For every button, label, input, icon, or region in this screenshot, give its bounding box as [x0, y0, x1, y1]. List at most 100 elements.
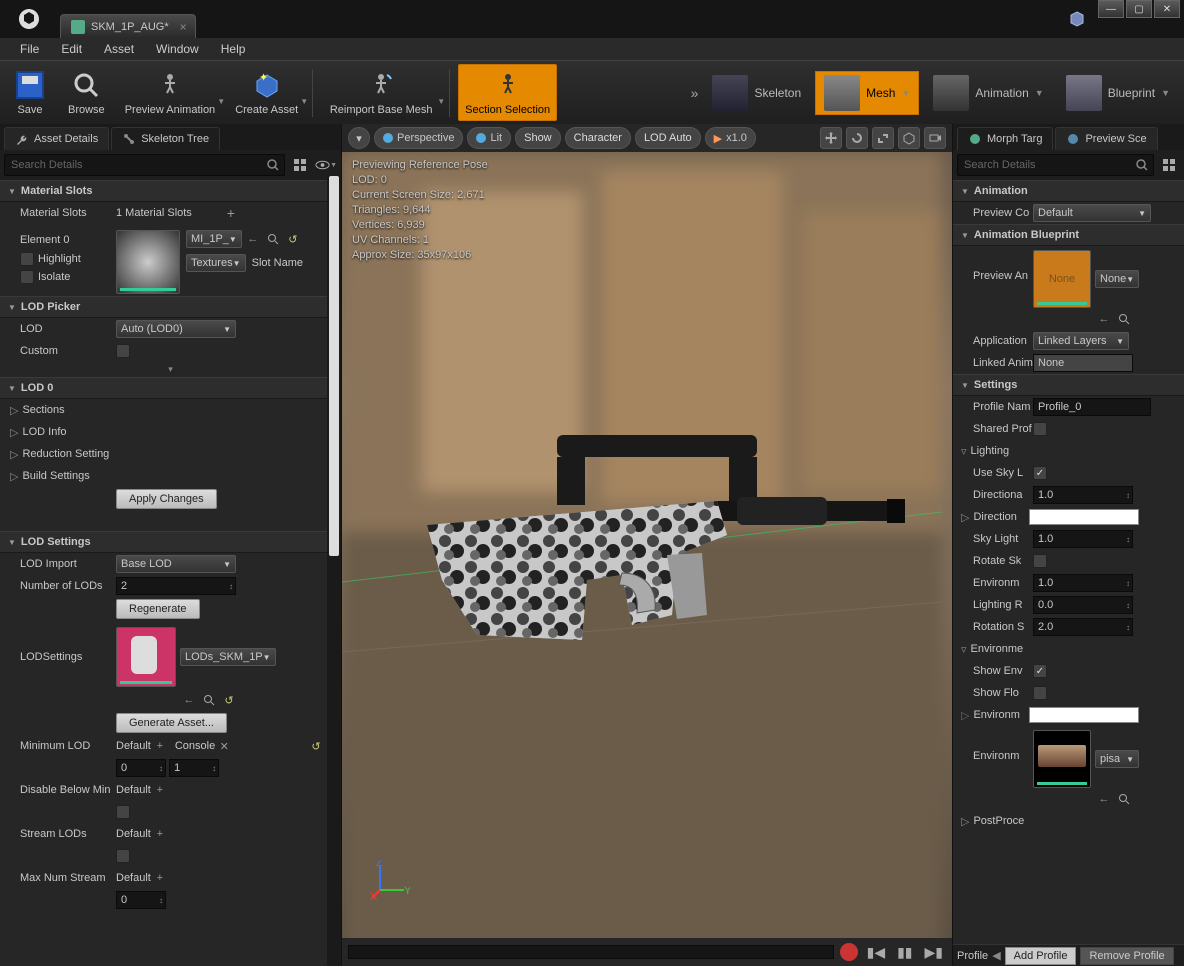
cube-tool-icon[interactable]	[898, 127, 920, 149]
find-icon[interactable]	[1115, 310, 1133, 328]
application-select[interactable]: Linked Layers▼	[1033, 332, 1129, 350]
rotate-checkbox[interactable]	[1033, 554, 1047, 568]
speed-button[interactable]: ▶x1.0	[705, 127, 756, 149]
lod-select[interactable]: Auto (LOD0)▼	[116, 320, 236, 338]
eye-icon[interactable]: ▼	[315, 154, 337, 176]
isolate-checkbox[interactable]	[20, 270, 34, 284]
expand-envcolor[interactable]: ▷Environm	[953, 704, 1184, 726]
env-input[interactable]: 1.0↕	[1033, 574, 1133, 592]
browse-button[interactable]: Browse	[62, 65, 111, 120]
material-select[interactable]: MI_1P_▼	[186, 230, 242, 248]
animbp-select[interactable]: None▼	[1095, 270, 1139, 288]
search-input[interactable]: Search Details	[957, 154, 1154, 176]
close-icon[interactable]: ×	[180, 20, 187, 34]
lodsettings-select[interactable]: LODs_SKM_1P▼	[180, 648, 276, 666]
mode-mesh[interactable]: Mesh ▼	[815, 71, 919, 115]
reset-icon[interactable]: ↺	[284, 230, 302, 248]
grid-view-icon[interactable]	[289, 154, 311, 176]
category-lod-picker[interactable]: ▼LOD Picker	[0, 296, 341, 318]
arrow-left-icon[interactable]: ←	[1095, 790, 1113, 808]
rotation-input[interactable]: 2.0↕	[1033, 618, 1133, 636]
regenerate-button[interactable]: Regenerate	[116, 599, 200, 619]
textures-select[interactable]: Textures▼	[186, 254, 246, 272]
prev-frame-button[interactable]: ▮◀	[864, 944, 888, 961]
category-material-slots[interactable]: ▼Material Slots	[0, 180, 341, 202]
perspective-button[interactable]: Perspective	[374, 127, 463, 149]
find-icon[interactable]	[200, 691, 218, 709]
expand-build[interactable]: ▷Build Settings	[0, 465, 341, 487]
minlod-b-input[interactable]: 1↕	[169, 759, 219, 777]
apply-changes-button[interactable]: Apply Changes	[116, 489, 217, 509]
lod-import-select[interactable]: Base LOD▼	[116, 555, 236, 573]
minimize-button[interactable]: —	[1098, 0, 1124, 18]
showenv-checkbox[interactable]	[1033, 664, 1047, 678]
character-button[interactable]: Character	[565, 127, 631, 149]
reset-icon[interactable]: ↺	[307, 737, 325, 755]
grid-view-icon[interactable]	[1158, 154, 1180, 176]
caret-down-icon[interactable]: ▼	[901, 88, 910, 98]
directional-input[interactable]: 1.0↕	[1033, 486, 1133, 504]
add-icon[interactable]: +	[222, 204, 240, 222]
linked-anim-input[interactable]: None	[1033, 354, 1133, 372]
cubemap-thumbnail[interactable]	[1033, 730, 1091, 788]
viewport[interactable]: Previewing Reference Pose LOD: 0 Current…	[342, 152, 952, 938]
pause-button[interactable]: ▮▮	[894, 944, 915, 961]
add-icon[interactable]: +	[151, 825, 169, 843]
num-lods-input[interactable]: 2↕	[116, 577, 236, 595]
showfloor-checkbox[interactable]	[1033, 686, 1047, 700]
record-button[interactable]	[840, 943, 858, 961]
menu-window[interactable]: Window	[146, 39, 209, 59]
shared-checkbox[interactable]	[1033, 422, 1047, 436]
expand-postprocess[interactable]: ▷PostProce	[953, 810, 1184, 832]
move-tool-icon[interactable]	[820, 127, 842, 149]
reset-icon[interactable]: ↺	[220, 691, 238, 709]
category-animation[interactable]: ▼Animation	[953, 180, 1184, 202]
arrow-left-icon[interactable]: ←	[1095, 310, 1113, 328]
timeline-scrubber[interactable]	[348, 945, 834, 959]
remove-profile-button[interactable]: Remove Profile	[1080, 947, 1173, 965]
subcat-lighting[interactable]: ▿Lighting	[953, 440, 1184, 462]
env-color[interactable]	[1029, 707, 1139, 723]
section-selection-button[interactable]: Section Selection	[458, 64, 557, 121]
expand-reduction[interactable]: ▷Reduction Setting	[0, 443, 341, 465]
minlod-a-input[interactable]: 0↕	[116, 759, 166, 777]
tab-morph-targets[interactable]: Morph Targ	[957, 127, 1053, 150]
lit-button[interactable]: Lit	[467, 127, 511, 149]
stream-checkbox[interactable]	[116, 849, 130, 863]
mode-skeleton[interactable]: Skeleton	[704, 71, 809, 115]
cubemap-select[interactable]: pisa▼	[1095, 750, 1139, 768]
prev-profile-button[interactable]: ◀	[992, 949, 1000, 962]
profile-name-input[interactable]: Profile_0	[1033, 398, 1151, 416]
chevron-right-icon[interactable]: »	[691, 85, 699, 101]
lod-auto-button[interactable]: LOD Auto	[635, 127, 701, 149]
arrow-left-icon[interactable]: ←	[180, 691, 198, 709]
close-button[interactable]: ✕	[1154, 0, 1180, 18]
rotate-tool-icon[interactable]	[846, 127, 868, 149]
maximize-button[interactable]: ▢	[1126, 0, 1152, 18]
expand-sections[interactable]: ▷Sections	[0, 399, 341, 421]
disable-checkbox[interactable]	[116, 805, 130, 819]
preview-controller-select[interactable]: Default▼	[1033, 204, 1151, 222]
caret-down-icon[interactable]: ▼	[1035, 88, 1044, 98]
expand-lodinfo[interactable]: ▷LOD Info	[0, 421, 341, 443]
show-button[interactable]: Show	[515, 127, 561, 149]
tab-asset-details[interactable]: Asset Details	[4, 127, 109, 150]
scrollbar[interactable]	[327, 176, 341, 966]
menu-edit[interactable]: Edit	[51, 39, 92, 59]
category-lod-settings[interactable]: ▼LOD Settings	[0, 531, 341, 553]
reimport-button[interactable]: Reimport Base Mesh ▼	[321, 65, 441, 120]
add-icon[interactable]: +	[151, 869, 169, 887]
preview-animation-button[interactable]: Preview Animation ▼	[119, 65, 222, 120]
tab-skeleton-tree[interactable]: Skeleton Tree	[111, 127, 220, 150]
lighting-rig-input[interactable]: 0.0↕	[1033, 596, 1133, 614]
caret-down-icon[interactable]: ▼	[1161, 88, 1170, 98]
skylight-checkbox[interactable]	[1033, 466, 1047, 480]
menu-help[interactable]: Help	[211, 39, 256, 59]
expand-arrow-icon[interactable]: ▾	[0, 362, 341, 377]
add-icon[interactable]: +	[151, 737, 169, 755]
find-icon[interactable]	[264, 230, 282, 248]
add-profile-button[interactable]: Add Profile	[1005, 947, 1077, 965]
remove-icon[interactable]: ✕	[215, 737, 233, 755]
next-frame-button[interactable]: ▶▮	[922, 944, 946, 961]
find-icon[interactable]	[1115, 790, 1133, 808]
